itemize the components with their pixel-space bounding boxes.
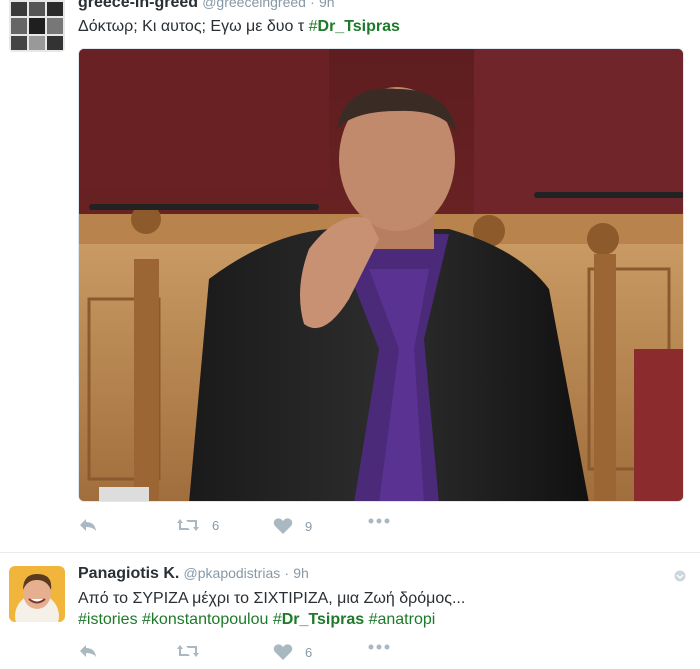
hashtag-link[interactable]: #istories [78,611,138,628]
more-icon [368,643,390,651]
tweet-text-body: Δόκτωρ; Κι αυτος; Εγω με δυο τ [78,18,309,35]
reply-icon [78,643,98,659]
avatar[interactable] [9,566,65,622]
reply-button[interactable] [78,643,98,659]
retweet-icon [176,517,200,533]
tweet-text: Δόκτωρ; Κι αυτος; Εγω με δυο τ #Dr_Tsipr… [78,16,400,37]
reply-button[interactable] [78,517,98,533]
user-handle[interactable]: @pkapodistrias [184,565,281,581]
hashtag-link-bold: Dr_Tsipras [281,611,365,628]
retweet-button[interactable] [176,643,200,659]
tweet-header: Panagiotis K. @pkapodistrias · 9h [78,565,309,583]
like-count: 6 [305,644,313,660]
user-fullname[interactable]: greece-in-greed [78,0,198,11]
more-button[interactable] [368,643,390,651]
tweet-hashtags: #istories #konstantopoulou #Dr_Tsipras #… [78,609,465,630]
like-icon [273,643,293,661]
user-fullname[interactable]: Panagiotis K. [78,565,179,582]
like-icon [273,517,293,535]
hashtag-link-bold: Dr_Tsipras [317,18,400,35]
tweet: Panagiotis K. @pkapodistrias · 9h Από το… [0,552,700,669]
retweet-button[interactable]: 6 [176,517,219,533]
separator: · [310,0,315,10]
hashtag-link[interactable]: #Dr_Tsipras [309,18,400,35]
more-button[interactable] [368,517,390,525]
hashtag-link[interactable]: #konstantopoulou [142,611,268,628]
timestamp[interactable]: 9h [319,0,335,10]
separator: · [284,565,290,581]
like-button[interactable]: 6 [273,643,312,661]
more-icon [368,517,390,525]
chevron-down-icon[interactable] [674,569,686,582]
like-button[interactable]: 9 [273,517,312,535]
user-handle[interactable]: @greeceingreed [202,0,306,10]
tweet-photo[interactable] [78,48,684,502]
avatar[interactable] [9,0,65,52]
retweet-count: 6 [212,517,220,533]
retweet-icon [176,643,200,659]
tweet-text-line: Από το ΣΥΡΙΖΑ μέχρι το ΣΙΧΤΙΡΙΖΑ, μια Ζω… [78,590,466,607]
timestamp[interactable]: 9h [293,565,309,581]
reply-icon [78,517,98,533]
hashtag-link[interactable]: #Dr_Tsipras [273,611,364,628]
tweet: greece-in-greed @greeceingreed · 9h Δόκτ… [0,0,700,552]
like-count: 9 [305,518,313,534]
hashtag-link[interactable]: #anatropi [369,611,436,628]
tweet-text: Από το ΣΥΡΙΖΑ μέχρι το ΣΙΧΤΙΡΙΖΑ, μια Ζω… [78,588,465,630]
tweet-header: greece-in-greed @greeceingreed · 9h [78,0,335,12]
